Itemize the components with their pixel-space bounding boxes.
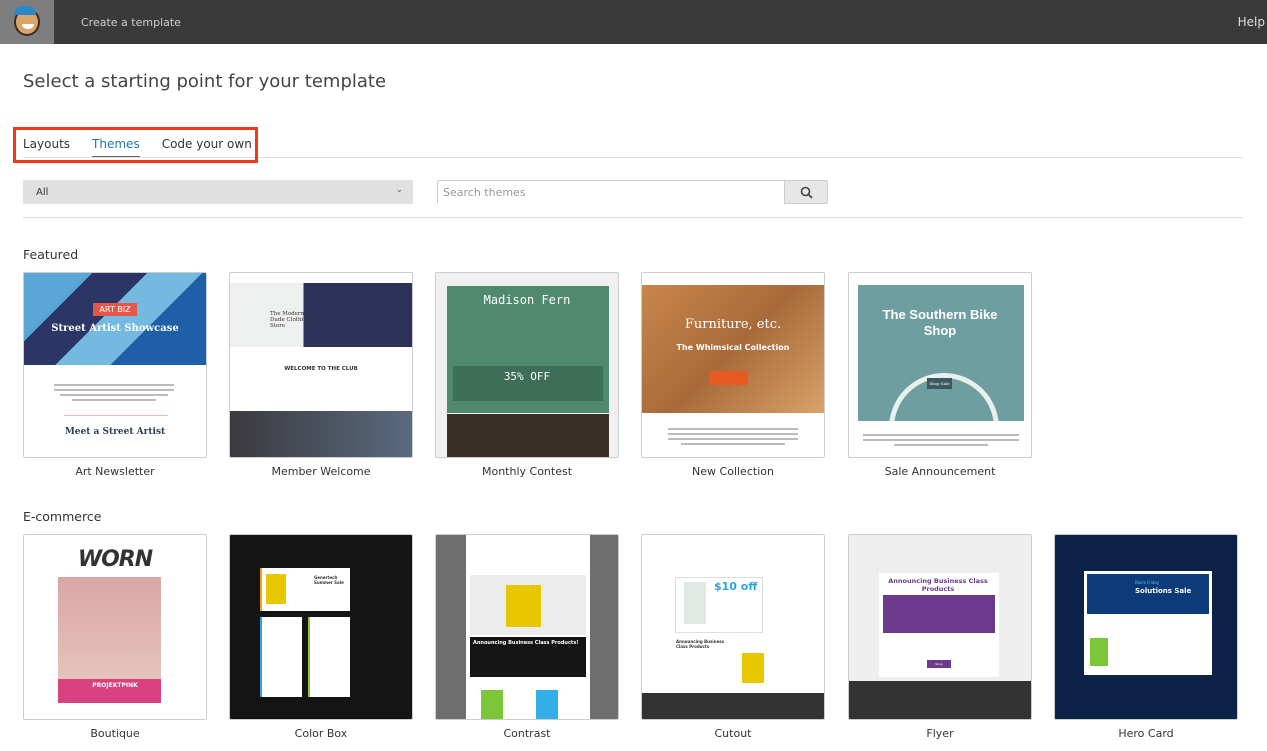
theme-card[interactable]: Black Friday Solutions Sale Hero Card <box>1054 534 1238 740</box>
thumb-headline: WELCOME TO THE CLUB <box>284 366 358 372</box>
thumb-headline: Announcing Business Class Products! <box>470 637 586 677</box>
thumb-headline: Genertech Summer Sale <box>314 575 344 585</box>
thumb-headline: Street Artist Showcase <box>51 323 179 334</box>
theme-thumbnail: ART BIZ Street Artist Showcase Meet a St… <box>23 272 207 458</box>
theme-thumbnail: Announcing Business Class Products! <box>435 534 619 720</box>
section-title-ecommerce: E-commerce <box>23 509 102 524</box>
theme-card[interactable]: The Southern Bike Shop Shop Sale Sale An… <box>848 272 1032 478</box>
mailchimp-logo[interactable] <box>0 0 54 44</box>
theme-card[interactable]: Announcing Business Class Products Shop … <box>848 534 1032 740</box>
theme-name: Sale Announcement <box>884 465 996 478</box>
highlight-box <box>13 127 258 163</box>
theme-card[interactable]: WORN PROJEKTPINK Boutique <box>23 534 207 740</box>
theme-card[interactable]: $10 off Announcing Business Class Produc… <box>641 534 825 740</box>
thumb-subheadline: Meet a Street Artist <box>64 427 166 437</box>
thumb-subheadline: 35% OFF <box>503 370 551 383</box>
search-button[interactable] <box>784 181 827 203</box>
thumb-subheadline: The Whimsical Collection <box>676 343 790 352</box>
thumb-subheadline: Announcing Business Class Products <box>676 639 725 649</box>
theme-name: Art Newsletter <box>75 465 155 478</box>
filter-divider <box>23 217 1243 218</box>
theme-name: Contrast <box>503 727 551 740</box>
theme-name: Member Welcome <box>271 465 371 478</box>
theme-thumbnail: $10 off Announcing Business Class Produc… <box>641 534 825 720</box>
search-box <box>437 180 828 204</box>
thumb-headline: Solutions Sale <box>1135 587 1192 595</box>
theme-thumbnail: Furniture, etc. The Whimsical Collection <box>641 272 825 458</box>
theme-card[interactable]: Madison Fern 35% OFF Monthly Contest <box>435 272 619 478</box>
theme-card[interactable]: Announcing Business Class Products! Cont… <box>435 534 619 740</box>
theme-card[interactable]: Genertech Summer Sale Color Box <box>229 534 413 740</box>
thumb-subheadline: The Modern Dude Clothing Store <box>270 311 311 329</box>
section-title-featured: Featured <box>23 247 79 262</box>
art-biz-logo: ART BIZ <box>93 303 137 316</box>
theme-card[interactable]: Furniture, etc. The Whimsical Collection… <box>641 272 825 478</box>
theme-name: Cutout <box>714 727 752 740</box>
theme-name: New Collection <box>692 465 774 478</box>
chevron-down-icon: ⌄ <box>395 185 403 195</box>
theme-thumbnail: The Modern Dude Clothing Store WELCOME T… <box>229 272 413 458</box>
theme-thumbnail: Announcing Business Class Products Shop … <box>848 534 1032 720</box>
thumb-headline: The Southern Bike Shop <box>882 307 998 338</box>
theme-card[interactable]: The Modern Dude Clothing Store WELCOME T… <box>229 272 413 478</box>
theme-name: Monthly Contest <box>481 465 573 478</box>
category-select[interactable]: All ⌄ <box>23 180 413 204</box>
thumb-headline: Madison Fern <box>483 293 571 307</box>
page-title: Select a starting point for your templat… <box>23 71 387 92</box>
theme-thumbnail: Black Friday Solutions Sale <box>1054 534 1238 720</box>
theme-card[interactable]: ART BIZ Street Artist Showcase Meet a St… <box>23 272 207 478</box>
breadcrumb: Create a template <box>81 16 181 29</box>
thumb-button: Shop Genertech <box>927 660 951 674</box>
thumb-logo: WORN <box>77 547 153 572</box>
category-select-value: All <box>36 187 49 198</box>
theme-thumbnail: The Southern Bike Shop Shop Sale <box>848 272 1032 458</box>
monkey-icon <box>14 6 40 36</box>
thumb-subheadline: Black Friday <box>1135 580 1160 585</box>
thumb-headline: Furniture, etc. <box>684 317 782 332</box>
theme-thumbnail: Genertech Summer Sale <box>229 534 413 720</box>
theme-thumbnail: Madison Fern 35% OFF <box>435 272 619 458</box>
help-link[interactable]: Help <box>1238 15 1265 29</box>
theme-name: Hero Card <box>1118 727 1174 740</box>
search-input[interactable] <box>438 181 784 204</box>
theme-name: Color Box <box>294 727 348 740</box>
thumb-subheadline: PROJEKTPINK <box>92 682 138 689</box>
search-icon <box>800 186 813 199</box>
theme-thumbnail: WORN PROJEKTPINK <box>23 534 207 720</box>
thumb-button: Shop Sale <box>927 378 952 389</box>
theme-name: Boutique <box>90 727 140 740</box>
thumb-headline: $10 off <box>714 580 758 593</box>
thumb-headline: Announcing Business Class Products <box>888 577 988 593</box>
theme-name: Flyer <box>926 727 954 740</box>
top-bar: Create a template Help <box>0 0 1267 44</box>
